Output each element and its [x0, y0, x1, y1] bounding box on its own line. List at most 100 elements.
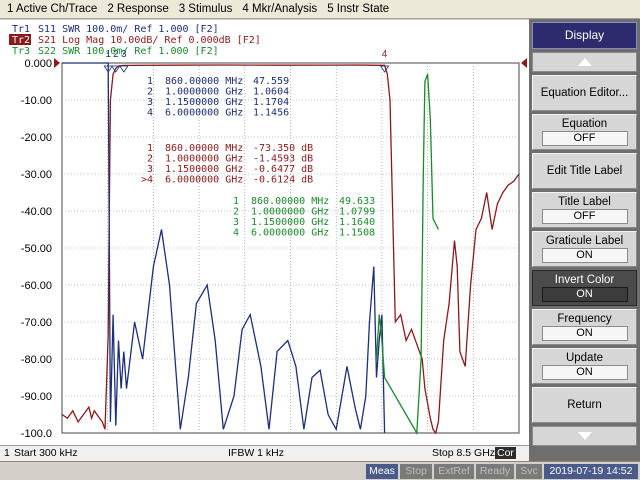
channel-number: 1	[4, 447, 10, 459]
title-label-value: OFF	[541, 209, 628, 224]
y-tick-label: -60.00	[21, 280, 52, 292]
marker-row-value: 1.1704	[253, 97, 289, 108]
y-tick-label: -90.00	[21, 391, 52, 403]
menu-active-ch-trace[interactable]: 1 Active Ch/Trace	[2, 3, 102, 15]
softkey-title-label[interactable]: Title Label OFF	[532, 192, 637, 228]
stop-frequency[interactable]: Stop 8.5 GHz	[432, 447, 495, 459]
marker-row-id: 2	[147, 154, 153, 165]
marker-row-frequency: 1.1500000 GHz	[165, 97, 243, 108]
ifbw-value[interactable]: IFBW 1 kHz	[228, 447, 284, 459]
frequency-value: ON	[541, 326, 628, 341]
softkey-frequency[interactable]: Frequency ON	[532, 309, 637, 345]
arrow-down-icon	[578, 432, 592, 440]
marker-row-value: -1.4593 dB	[253, 154, 313, 165]
chart-labels: 0.000 -10.00 -20.00 -30.00 -40.00 -50.00 -60.0…	[9, 24, 527, 440]
softkey-graticule-label[interactable]: Graticule Label ON	[532, 231, 637, 267]
marker-row-frequency: 1.0000000 GHz	[165, 154, 243, 165]
marker-row-id: 1	[233, 196, 239, 207]
marker-row-frequency: 1.0000000 GHz	[165, 87, 243, 98]
marker-row-id: 1	[147, 76, 153, 87]
softkey-display-header[interactable]: Display	[532, 22, 637, 49]
channel-status-bar: 1 Start 300 kHz IFBW 1 kHz Stop 8.5 GHz …	[0, 445, 529, 461]
y-tick-label: -20.00	[21, 132, 52, 144]
softkey-equation[interactable]: Equation OFF	[532, 114, 637, 150]
invert-color-value: ON	[541, 287, 628, 302]
chart-svg: 0.000 -10.00 -20.00 -30.00 -40.00 -50.00 -60.0…	[9, 24, 527, 440]
frequency-label: Frequency	[557, 313, 612, 325]
marker-row-id: 3	[147, 164, 153, 175]
y-tick-label: -40.00	[21, 206, 52, 218]
trace-label-3[interactable]: Tr3	[12, 46, 30, 57]
equation-value: OFF	[541, 131, 628, 146]
trace-setting-2[interactable]: S21 Log Mag 10.00dB/ Ref 0.000dB [F2]	[38, 35, 261, 46]
y-tick-label: -100.0	[21, 428, 52, 440]
y-tick-label: -10.00	[21, 95, 52, 107]
update-label: Update	[565, 352, 604, 364]
trace-label-1[interactable]: Tr1	[12, 24, 30, 35]
marker-row-value: 1.1508	[339, 228, 375, 239]
instrument-status-bar: Meas Stop ExtRef Ready Svc 2019-07-19 14…	[0, 461, 640, 480]
marker-row-frequency: 1.1500000 GHz	[251, 217, 329, 228]
menu-instr-state[interactable]: 5 Instr State	[322, 3, 394, 15]
extref-indicator: ExtRef	[434, 464, 474, 479]
marker-row-id: 2	[233, 207, 239, 218]
marker-row-value: 49.633	[339, 196, 375, 207]
softkey-return[interactable]: Return	[532, 387, 637, 423]
menu-response[interactable]: 2 Response	[102, 3, 173, 15]
ready-indicator: Ready	[476, 464, 514, 479]
y-tick-label: -70.00	[21, 317, 52, 329]
marker-row-value: 1.1456	[253, 108, 289, 119]
trace-s22-swr	[375, 73, 439, 436]
trace-setting-1[interactable]: S11 SWR 100.0m/ Ref 1.000 [F2]	[38, 24, 219, 35]
trace-setting-3[interactable]: S22 SWR 100.0m/ Ref 1.000 [F2]	[38, 46, 219, 57]
cor-indicator: Cor	[495, 447, 516, 459]
graticule-label-value: ON	[541, 248, 628, 263]
trace-label-2[interactable]: Tr2	[12, 35, 30, 46]
marker-row-value: -0.6124 dB	[253, 175, 313, 186]
chart-grid	[61, 62, 520, 434]
y-tick-label: -50.00	[21, 243, 52, 255]
marker-triangle-icon	[119, 65, 129, 73]
softkey-invert-color[interactable]: Invert Color ON	[532, 270, 637, 306]
marker-row-value: 47.559	[253, 76, 289, 87]
marker-row-id: 2	[147, 87, 153, 98]
marker-flag-4[interactable]: 4	[382, 49, 388, 60]
marker-row-frequency: 860.00000 MHz	[165, 76, 243, 87]
y-tick-label: 0.000	[24, 58, 52, 70]
svc-indicator: Svc	[516, 464, 542, 479]
marker-row-id: 4	[233, 228, 239, 239]
marker-row-value: -73.350 dB	[253, 143, 313, 154]
graticule-label-label: Graticule Label	[545, 235, 624, 247]
marker-row-frequency: 6.0000000 GHz	[165, 108, 243, 119]
marker-row-id: 3	[147, 97, 153, 108]
start-frequency[interactable]: Start 300 kHz	[14, 447, 78, 459]
menu-mkr-analysis[interactable]: 4 Mkr/Analysis	[237, 3, 322, 15]
marker-row-value: -0.6477 dB	[253, 164, 313, 175]
marker-row-id: 3	[233, 217, 239, 228]
marker-row-id: 1	[147, 143, 153, 154]
marker-row-value: 1.0604	[253, 87, 289, 98]
date-time: 2019-07-19 14:52	[544, 464, 638, 479]
marker-row-frequency: 6.0000000 GHz	[251, 228, 329, 239]
softkey-equation-editor[interactable]: Equation Editor...	[532, 75, 637, 111]
reference-marker-icon	[54, 58, 60, 68]
softkey-panel: Display Equation Editor... Equation OFF …	[529, 19, 640, 461]
softkey-scroll-up[interactable]	[532, 52, 637, 72]
meas-indicator: Meas	[366, 464, 398, 479]
marker-row-frequency: 1.1500000 GHz	[165, 164, 243, 175]
menu-stimulus[interactable]: 3 Stimulus	[174, 3, 238, 15]
reference-marker-right-icon	[521, 58, 527, 68]
marker-row-value: 1.0799	[339, 207, 375, 218]
marker-row-frequency: 860.00000 MHz	[165, 143, 243, 154]
marker-row-value: 1.1640	[339, 217, 375, 228]
softkey-edit-title-label[interactable]: Edit Title Label	[532, 153, 637, 189]
title-label-label: Title Label	[558, 196, 611, 208]
arrow-up-icon	[578, 58, 592, 66]
softkey-scroll-down[interactable]	[532, 426, 637, 446]
invert-color-label: Invert Color	[554, 274, 615, 286]
marker-row-frequency: 1.0000000 GHz	[251, 207, 329, 218]
softkey-update[interactable]: Update ON	[532, 348, 637, 384]
marker-row-id: >4	[141, 175, 153, 186]
chart-area[interactable]: 0.000 -10.00 -20.00 -30.00 -40.00 -50.00 -60.0…	[0, 20, 529, 445]
update-value: ON	[541, 365, 628, 380]
